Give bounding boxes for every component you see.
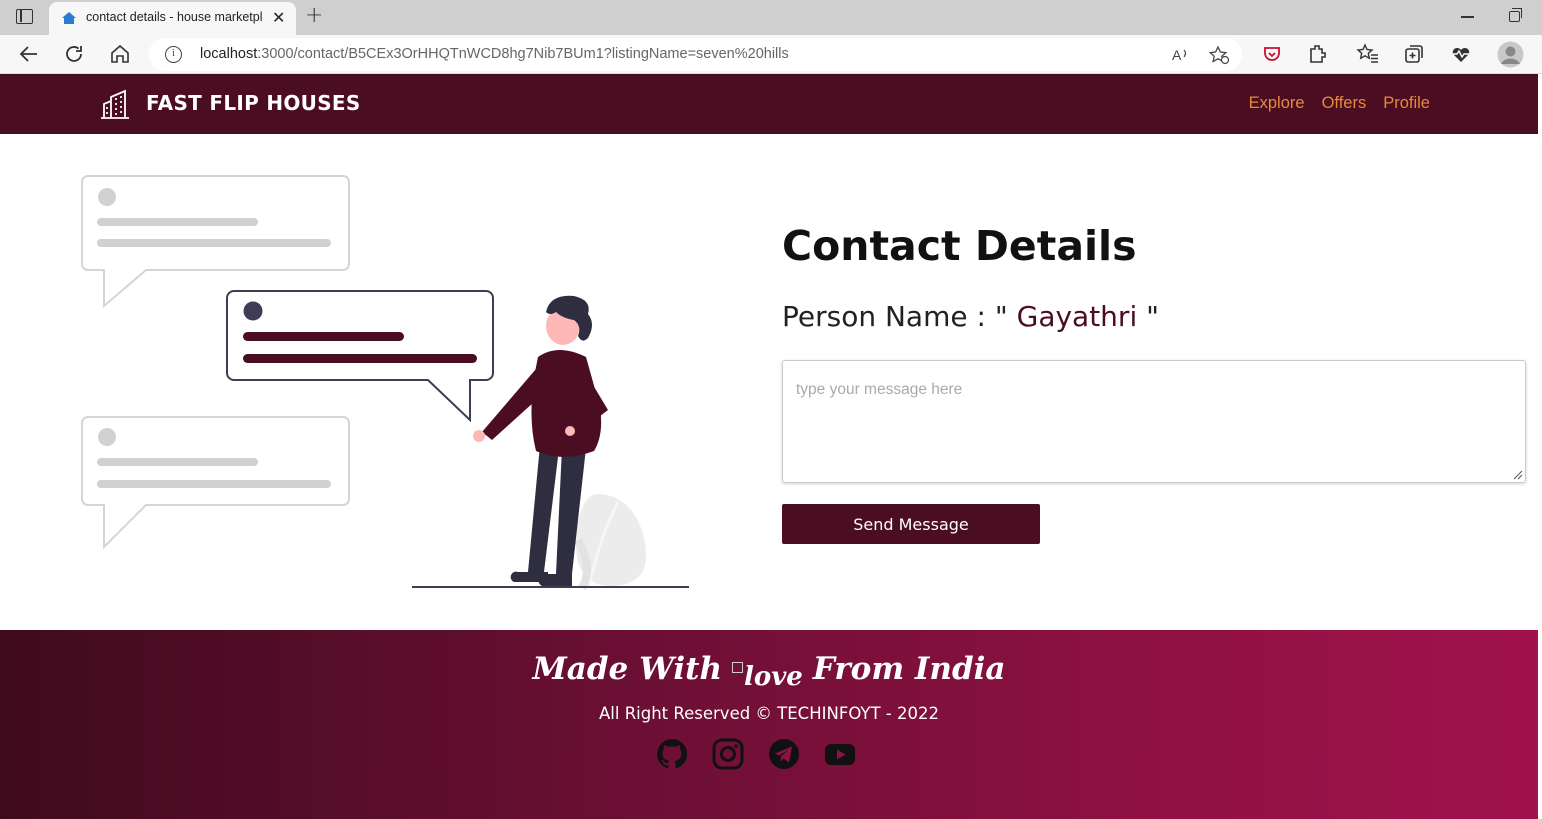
tab-title: contact details - house marketpl <box>86 10 263 24</box>
url-text[interactable]: localhost:3000/contact/B5CEx3OrHHQTnWCD8… <box>200 46 789 62</box>
extensions-icon[interactable] <box>1306 42 1330 66</box>
favorites-icon[interactable] <box>1356 42 1380 66</box>
nav-offers[interactable]: Offers <box>1322 94 1367 113</box>
read-aloud-icon[interactable]: A <box>1171 46 1191 64</box>
back-icon[interactable] <box>17 42 41 66</box>
youtube-icon[interactable] <box>824 738 856 770</box>
footer-copyright: All Right Reserved © TECHINFOYT - 2022 <box>599 704 939 723</box>
instagram-icon[interactable] <box>712 738 744 770</box>
site-footer: Made With love From India All Right Reserv… <box>0 630 1538 819</box>
minimize-icon[interactable] <box>1461 16 1474 18</box>
browser-tab-bar: contact details - house marketpl ✕ + <box>0 0 1542 35</box>
collections-icon[interactable] <box>1402 42 1426 66</box>
new-tab-icon[interactable]: + <box>305 3 323 28</box>
chat-illustration <box>81 175 689 590</box>
message-textarea[interactable] <box>782 360 1526 483</box>
nav-links: Explore Offers Profile <box>1249 94 1430 113</box>
telegram-icon[interactable] <box>768 738 800 770</box>
send-message-button[interactable]: Send Message <box>782 504 1040 544</box>
building-logo-icon <box>101 89 129 119</box>
person-name-line: Person Name : " Gayathri " <box>782 300 1160 333</box>
restore-icon[interactable] <box>1509 8 1522 22</box>
home-icon[interactable] <box>108 42 132 66</box>
site-navbar: FAST FLIP HOUSES Explore Offers Profile <box>0 74 1538 134</box>
tab-actions-icon[interactable] <box>16 9 33 24</box>
love-image-icon: love <box>732 662 803 692</box>
nav-profile[interactable]: Profile <box>1383 94 1430 113</box>
house-favicon-icon <box>62 12 76 24</box>
chat-bubble-bottom <box>81 416 350 550</box>
refresh-icon[interactable] <box>62 42 86 66</box>
profile-avatar-icon[interactable] <box>1497 41 1524 68</box>
chat-bubble-middle <box>226 290 494 423</box>
plant-decoration <box>574 494 646 590</box>
person-name: Gayathri <box>1007 300 1147 333</box>
browser-toolbar: i localhost:3000/contact/B5CEx3OrHHQTnWC… <box>0 35 1542 74</box>
browser-tab[interactable]: contact details - house marketpl ✕ <box>49 2 296 35</box>
brand-name[interactable]: FAST FLIP HOUSES <box>146 91 361 115</box>
extension-pocket-icon[interactable] <box>1260 42 1284 66</box>
page-title: Contact Details <box>782 222 1137 270</box>
add-favorite-icon[interactable] <box>1208 45 1230 65</box>
footer-tagline: Made With love From India <box>532 651 1006 692</box>
close-tab-icon[interactable]: ✕ <box>272 8 285 27</box>
site-info-icon[interactable]: i <box>165 46 182 63</box>
svg-text:A: A <box>1172 47 1182 63</box>
resize-handle-icon[interactable] <box>1513 470 1523 480</box>
address-bar[interactable]: i localhost:3000/contact/B5CEx3OrHHQTnWC… <box>149 38 1242 71</box>
social-links <box>656 738 856 770</box>
github-icon[interactable] <box>656 738 688 770</box>
nav-explore[interactable]: Explore <box>1249 94 1305 113</box>
browser-essentials-icon[interactable] <box>1449 42 1473 66</box>
chat-bubble-top <box>81 175 350 309</box>
